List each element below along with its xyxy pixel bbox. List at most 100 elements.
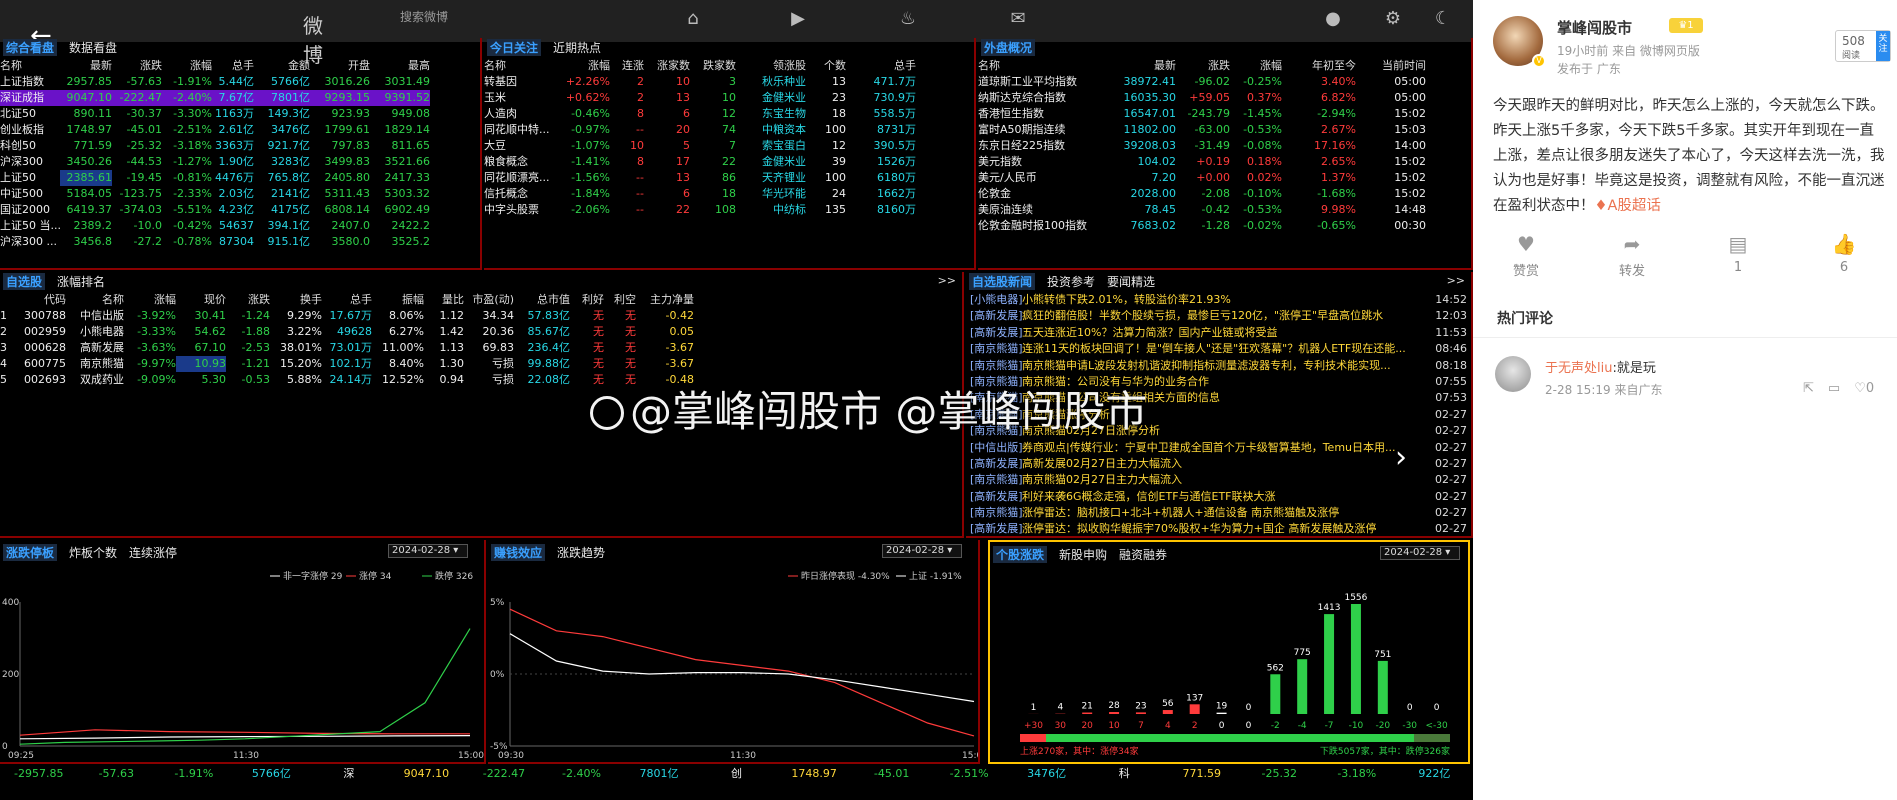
table-row[interactable]: 人造肉 -0.46% 8 6 12 东宝生物 18 558.5万 xyxy=(484,106,974,122)
tab-data[interactable]: 数据看盘 xyxy=(69,39,117,56)
tab-investment-ref[interactable]: 投资参考 xyxy=(1047,273,1095,290)
table-row[interactable]: 沪深300 3450.26 -44.53 -1.27% 1.90亿 3283亿 3499.8… xyxy=(0,154,480,170)
tab-limit-board[interactable]: 涨跌停板 xyxy=(3,543,58,561)
tab-recent-hot[interactable]: 近期热点 xyxy=(553,39,601,56)
table-row[interactable]: 信托概念 -1.84% -- 6 18 华光环能 24 1662万 xyxy=(484,186,974,202)
table-row[interactable]: 1 300788 中信出版 -3.92% 30.41 -1.24 9.29% 17.67万 8.… xyxy=(0,308,962,324)
top-search-input[interactable]: 搜索微博 xyxy=(400,8,530,30)
tab-stock-news[interactable]: 自选股新闻 xyxy=(969,272,1036,290)
table-row[interactable]: 国证2000 6419.37 -374.03 -5.51% 4.23亿 4175亿 6808… xyxy=(0,202,480,218)
read-count-box[interactable]: 508 阅读 关注 xyxy=(1835,30,1891,62)
news-item[interactable]: [中信出版] 券商观点|传媒行业：宁夏中卫建成全国首个万卡级智算基地，Temu日本… xyxy=(970,440,1467,456)
like-button[interactable]: 👍 6 xyxy=(1791,230,1897,288)
table-row[interactable]: 香港恒生指数 16547.01 -243.79 -1.45% -2.94% 15:02 xyxy=(978,106,1471,122)
bar xyxy=(1082,712,1093,714)
news-item[interactable]: [小熊电器] 小熊转债下跌2.01%，转股溢价率21.93% 14:52 xyxy=(970,292,1467,308)
reply-icon[interactable]: ▭ xyxy=(1828,381,1840,396)
tab-margin[interactable]: 融资融券 xyxy=(1119,546,1167,563)
date-select-2[interactable]: 2024-02-28 ▾ xyxy=(882,544,962,558)
date-select-3[interactable]: 2024-02-28 ▾ xyxy=(1380,546,1460,560)
author-name[interactable]: 掌峰闯股市 xyxy=(1557,17,1632,38)
table-row[interactable]: 中字头股票 -2.06% -- 22 108 中纺标 135 8160万 xyxy=(484,202,974,218)
tab-consecutive[interactable]: 连续涨停 xyxy=(129,544,177,561)
app-root: 微博 搜索微博 ⌂ ▶ ♨ ✉ ● ⚙ ☾ ← 综合看盘 数据看盘 名称 最新 涨跌… xyxy=(0,0,1897,800)
table-row[interactable]: 玉米 +0.62% 2 13 10 金健米业 23 730.9万 xyxy=(484,90,974,106)
hot-icon[interactable]: ♨ xyxy=(895,8,921,30)
tab-overview[interactable]: 综合看盘 xyxy=(3,38,58,56)
news-item[interactable]: [南京熊猫] 涨停雷达：脑机接口+北斗+机器人+通信设备 南京熊猫触及涨停 02-2… xyxy=(970,505,1467,521)
news-item[interactable]: [高新发展] 利好来袭6G概念走强，信创ETF与通信ETF联袂大涨 02-27 xyxy=(970,489,1467,505)
table-row[interactable]: 大豆 -1.07% 10 5 7 索宝蛋白 12 390.5万 xyxy=(484,138,974,154)
topic-tag[interactable]: ♦A股超话 xyxy=(1595,198,1661,214)
table-row[interactable]: 中证500 5184.05 -123.75 -2.33% 2.03亿 2141亿 5311.… xyxy=(0,186,480,202)
table-row[interactable]: 转基因 +2.26% 2 10 3 秋乐种业 13 471.7万 xyxy=(484,74,974,90)
table-row[interactable]: 深证成指 9047.10 -222.47 -2.40% 7.67亿 7801亿 9293.1… xyxy=(0,90,480,106)
table-row[interactable]: 上证50 当... 2389.2 -10.0 -0.42% 54637 394.1亿 240… xyxy=(0,218,480,234)
table-row[interactable]: 北证50 890.11 -30.37 -3.30% 1163万 149.3亿 923.93 9… xyxy=(0,106,480,122)
tab-broken-board[interactable]: 炸板个数 xyxy=(69,544,117,561)
news-source: [南京熊猫] xyxy=(970,506,1022,520)
table-row[interactable]: 纳斯达克综合指数 16035.30 +59.05 0.37% 6.82% 05:00 xyxy=(978,90,1471,106)
tab-today-focus[interactable]: 今日关注 xyxy=(487,38,542,56)
table-row[interactable]: 3 000628 高新发展 -3.63% 67.10 -2.53 38.01% 73.01万 1… xyxy=(0,340,962,356)
table-row[interactable]: 粮食概念 -1.41% 8 17 22 金健米业 39 1526万 xyxy=(484,154,974,170)
news-item[interactable]: [高新发展] 五天连涨近10%？沽算力简涨？国内产业链或将受益 11:53 xyxy=(970,325,1467,341)
comment-avatar[interactable] xyxy=(1495,356,1531,392)
news-item[interactable]: [南京熊猫] 南京熊猫申请L波段发射机谐波抑制指标测量滤波器专利，专利技术能实现.… xyxy=(970,358,1467,374)
table-row[interactable]: 伦敦金融时报100指数 7683.02 -1.28 -0.02% -0.65% 00:30 xyxy=(978,218,1471,234)
table-row[interactable]: 上证50 2385.61 -19.45 -0.81% 4476万 765.8亿 2405.8… xyxy=(0,170,480,186)
follow-button[interactable]: 关注 xyxy=(1876,31,1890,61)
news-item[interactable]: [南京熊猫] 南京熊猫02月27日主力大幅流入 02-27 xyxy=(970,472,1467,488)
home-icon[interactable]: ⌂ xyxy=(680,8,706,30)
more-button[interactable]: >> xyxy=(938,274,956,287)
comment-button[interactable]: ▤ 1 xyxy=(1685,230,1791,288)
gear-icon[interactable]: ⚙ xyxy=(1380,8,1406,30)
column-header: 最新 xyxy=(1154,59,1176,72)
table-cell: -9.97% xyxy=(137,357,176,370)
news-item[interactable]: [高新发展] 高新发展02月27日主力大幅流入 02-27 xyxy=(970,456,1467,472)
table-row[interactable]: 美元指数 104.02 +0.19 0.18% 2.65% 15:02 xyxy=(978,154,1471,170)
table-row[interactable]: 沪深300 ... 3456.8 -27.2 -0.78% 87304 915.1亿 358… xyxy=(0,234,480,250)
table-row[interactable]: 东京日经225指数 39208.03 -31.49 -0.08% 17.16% 14:00 xyxy=(978,138,1471,154)
comment-user[interactable]: 于无声处liu:就是玩 xyxy=(1545,357,1656,376)
table-row[interactable]: 上证指数 2957.85 -57.63 -1.91% 5.44亿 5766亿 3016.26… xyxy=(0,74,480,90)
table-row[interactable]: 2 002959 小熊电器 -3.33% 54.62 -1.88 3.22% 49628 6.2… xyxy=(0,324,962,340)
share-icon[interactable]: ⇱ xyxy=(1803,381,1814,396)
news-item[interactable]: [南京熊猫] 连涨11天的板块回调了！是"倒车接人"还是"狂欢落幕"？机器人ETF… xyxy=(970,341,1467,357)
news-item[interactable]: [高新发展] 涨停雷达：拟收购华鲲振宇70%股权+华为算力+国企 高新发展触及涨停… xyxy=(970,521,1467,536)
news-item[interactable]: [高新发展] 疯狂的翻倍股！半数个股续亏损，最惨巨亏120亿，"涨停王"早盘高位跳… xyxy=(970,308,1467,324)
table-row[interactable]: 美元/人民币 7.20 +0.00 0.02% 1.37% 15:02 xyxy=(978,170,1471,186)
tab-trend[interactable]: 涨跌趋势 xyxy=(557,544,605,561)
weibo-logo[interactable]: 微博 xyxy=(300,10,326,67)
table-cell: 1.13 xyxy=(439,341,465,354)
tab-money-effect[interactable]: 赚钱效应 xyxy=(491,543,546,561)
table-row[interactable]: 伦敦金 2028.00 -2.08 -0.10% -1.68% 15:02 xyxy=(978,186,1471,202)
table-row[interactable]: 4 600775 南京熊猫 -9.97% 10.93 -1.21 15.20% 102.1万 8… xyxy=(0,356,962,372)
tab-stock-updown[interactable]: 个股涨跌 xyxy=(993,545,1048,563)
moon-icon[interactable]: ☾ xyxy=(1430,8,1456,30)
chat-icon[interactable]: ● xyxy=(1320,8,1346,30)
news-more-button[interactable]: >> xyxy=(1447,274,1465,287)
table-row[interactable]: 富时A50期指连续 11802.00 -63.00 -0.53% 2.67% 15:03 xyxy=(978,122,1471,138)
video-icon[interactable]: ▶ xyxy=(785,8,811,30)
table-row[interactable]: 美原油连续 78.45 -0.42 -0.53% 9.98% 14:48 xyxy=(978,202,1471,218)
table-row[interactable]: 道琼斯工业平均指数 38972.41 -96.02 -0.25% 3.40% 05:00 xyxy=(978,74,1471,90)
table-cell: 中信出版 xyxy=(80,309,124,322)
thumb-up-icon[interactable]: ♡0 xyxy=(1854,381,1874,396)
reward-button[interactable]: ♥ 赞赏 xyxy=(1473,230,1579,288)
table-row[interactable]: 科创50 771.59 -25.32 -3.18% 3363万 921.7亿 797.83 8… xyxy=(0,138,480,154)
table-cell: 6419.37 xyxy=(66,203,113,216)
tab-ipo[interactable]: 新股申购 xyxy=(1059,546,1107,563)
tab-headline[interactable]: 要闻精选 xyxy=(1107,273,1155,290)
repost-button[interactable]: ➦ 转发 xyxy=(1579,230,1685,288)
bar xyxy=(1216,712,1227,714)
table-row[interactable]: 同花顺中特... -0.97% -- 20 74 中粮资本 100 8731万 xyxy=(484,122,974,138)
tab-watchlist[interactable]: 自选股 xyxy=(3,272,46,290)
table-row[interactable]: 同花顺漂亮... -1.56% -- 13 86 天齐锂业 100 6180万 xyxy=(484,170,974,186)
next-arrow-icon[interactable]: › xyxy=(1395,440,1407,475)
table-row[interactable]: 创业板指 1748.97 -45.01 -2.51% 2.61亿 3476亿 1799.61… xyxy=(0,122,480,138)
message-icon[interactable]: ✉ xyxy=(1005,8,1031,30)
date-select-1[interactable]: 2024-02-28 ▾ xyxy=(388,544,468,558)
tab-gain-rank[interactable]: 涨幅排名 xyxy=(57,273,105,290)
tab-foreign[interactable]: 外盘概况 xyxy=(981,38,1036,56)
